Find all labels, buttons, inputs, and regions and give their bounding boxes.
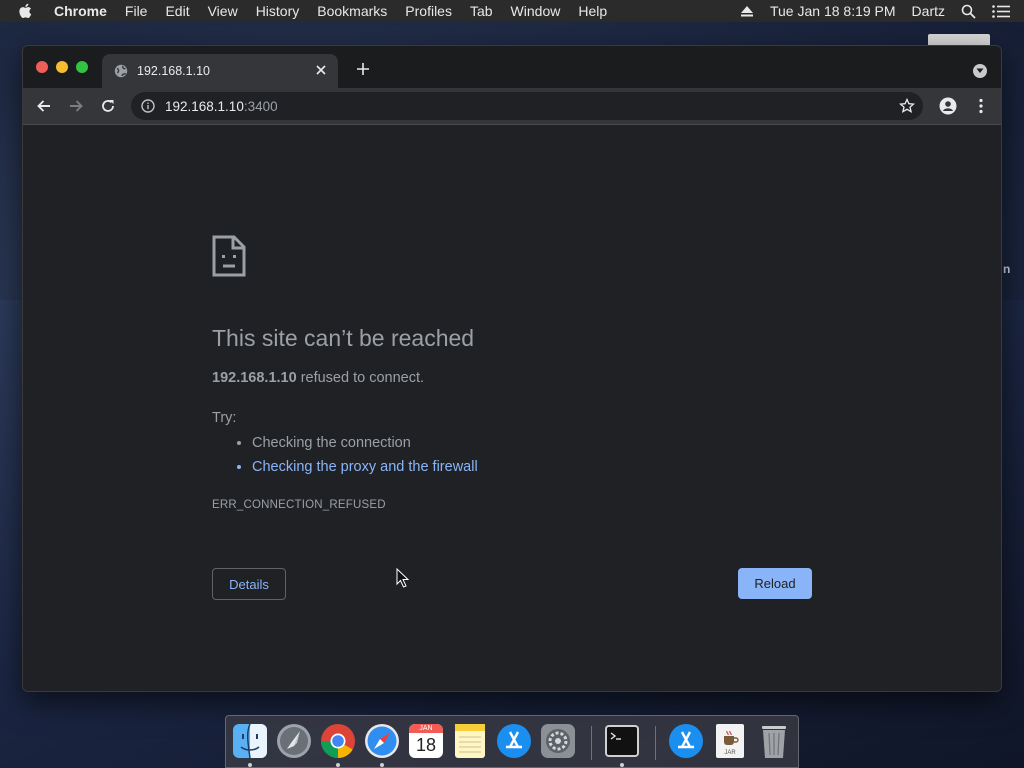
menu-tab[interactable]: Tab <box>470 3 493 19</box>
apple-menu-icon[interactable] <box>18 3 34 19</box>
window-minimize-button[interactable] <box>56 61 68 73</box>
finder-running-indicator <box>248 763 252 767</box>
browser-window: 192.168.1.10 192.168.1.10:3400 This site… <box>22 45 1002 692</box>
menu-bar: Chrome File Edit View History Bookmarks … <box>0 0 1024 22</box>
app-store-icon[interactable] <box>495 722 533 760</box>
dock: JAN 18 JAR <box>225 715 799 768</box>
url-host: 192.168.1.10 <box>165 98 244 114</box>
mouse-pointer-icon <box>396 567 410 588</box>
suggestion-check-connection: Checking the connection <box>252 431 478 455</box>
menu-bookmarks[interactable]: Bookmarks <box>317 3 387 19</box>
notification-center-icon[interactable] <box>992 4 1010 18</box>
error-message-rest: refused to connect. <box>296 370 425 386</box>
jar-file-face: JAR <box>716 724 744 758</box>
menu-clock[interactable]: Tue Jan 18 8:19 PM <box>770 3 896 19</box>
sad-page-icon <box>212 235 246 277</box>
finder-icon[interactable] <box>231 722 269 760</box>
address-bar[interactable]: 192.168.1.10:3400 <box>131 92 923 120</box>
calendar-face: JAN 18 <box>409 724 443 758</box>
page-content: This site can’t be reached 192.168.1.10 … <box>23 125 1001 691</box>
suggestion-list: Checking the connection Checking the pro… <box>212 431 478 479</box>
try-label: Try: <box>212 410 237 426</box>
menu-profiles[interactable]: Profiles <box>405 3 452 19</box>
calendar-icon[interactable]: JAN 18 <box>407 722 445 760</box>
menu-file[interactable]: File <box>125 3 148 19</box>
details-button[interactable]: Details <box>212 568 286 600</box>
calendar-month: JAN <box>409 724 443 733</box>
menu-user[interactable]: Dartz <box>912 3 945 19</box>
browser-toolbar: 192.168.1.10:3400 <box>23 88 1001 125</box>
error-message: 192.168.1.10 refused to connect. <box>212 370 424 386</box>
tab-title: 192.168.1.10 <box>137 64 210 78</box>
profile-avatar-icon[interactable] <box>938 96 958 116</box>
bookmark-star-icon[interactable] <box>899 98 915 114</box>
window-close-button[interactable] <box>36 61 48 73</box>
dock-separator <box>655 726 656 760</box>
window-zoom-button[interactable] <box>76 61 88 73</box>
url-port: :3400 <box>243 98 278 114</box>
safari-running-indicator <box>380 763 384 767</box>
terminal-icon[interactable] <box>603 722 641 760</box>
reload-icon[interactable] <box>98 96 118 116</box>
globe-icon <box>114 64 128 78</box>
chrome-running-indicator <box>336 763 340 767</box>
tab-strip: 192.168.1.10 <box>23 46 1001 88</box>
tab-close-icon[interactable] <box>314 63 328 77</box>
menu-view[interactable]: View <box>208 3 238 19</box>
terminal-running-indicator <box>620 763 624 767</box>
java-jar-icon[interactable]: JAR <box>711 722 749 760</box>
reload-button[interactable]: Reload <box>738 568 812 599</box>
launchpad-icon[interactable] <box>275 722 313 760</box>
menu-help[interactable]: Help <box>578 3 607 19</box>
app-store-downloads-icon[interactable] <box>667 722 705 760</box>
error-title: This site can’t be reached <box>212 325 475 351</box>
site-info-icon[interactable] <box>141 99 155 113</box>
more-menu-icon[interactable] <box>971 96 991 116</box>
error-host: 192.168.1.10 <box>212 370 297 386</box>
jar-label: JAR <box>724 750 736 756</box>
dock-separator <box>591 726 592 760</box>
url-text: 192.168.1.10:3400 <box>165 99 278 114</box>
chrome-icon[interactable] <box>319 722 357 760</box>
trash-icon[interactable] <box>755 722 793 760</box>
spotlight-search-icon[interactable] <box>961 4 976 19</box>
tab-search-icon[interactable] <box>973 64 987 78</box>
notes-icon[interactable] <box>451 722 489 760</box>
desktop-label-fragment: n <box>1003 262 1011 276</box>
eject-icon[interactable] <box>740 5 754 17</box>
new-tab-button[interactable] <box>353 60 373 80</box>
safari-icon[interactable] <box>363 722 401 760</box>
error-code: ERR_CONNECTION_REFUSED <box>212 499 386 511</box>
suggestion-check-proxy-link[interactable]: Checking the proxy and the firewall <box>252 455 478 479</box>
back-arrow-icon[interactable] <box>34 96 54 116</box>
menu-window[interactable]: Window <box>511 3 561 19</box>
menu-edit[interactable]: Edit <box>165 3 189 19</box>
menu-app-name[interactable]: Chrome <box>54 3 107 19</box>
forward-arrow-icon[interactable] <box>66 96 86 116</box>
browser-tab-active[interactable]: 192.168.1.10 <box>102 54 338 88</box>
calendar-day: 18 <box>415 735 437 755</box>
system-preferences-icon[interactable] <box>539 722 577 760</box>
menu-history[interactable]: History <box>256 3 300 19</box>
